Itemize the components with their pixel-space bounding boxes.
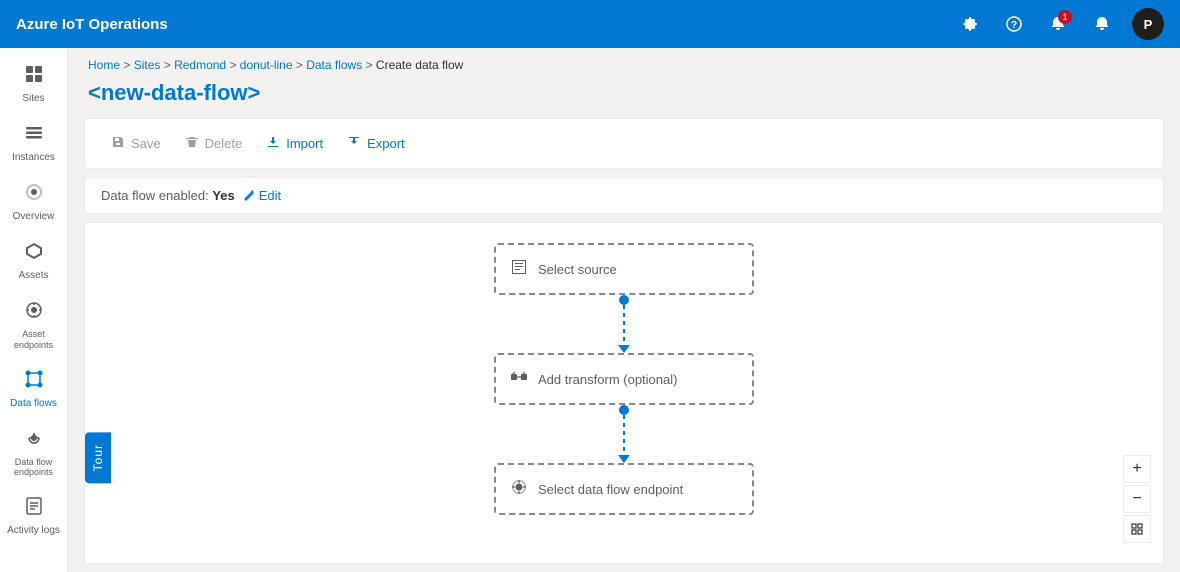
delete-icon	[185, 135, 199, 152]
dashed-line-1	[623, 305, 625, 345]
connector-1	[618, 295, 630, 353]
sidebar-item-assets[interactable]: Assets	[2, 233, 66, 290]
import-button[interactable]: Import	[256, 129, 333, 158]
sidebar-item-label: Data flow endpoints	[6, 457, 62, 479]
sites-icon	[24, 64, 44, 89]
connector-dot-2	[619, 405, 629, 415]
sidebar-item-asset-endpoints[interactable]: Asset endpoints	[2, 292, 66, 359]
status-value: Yes	[212, 188, 234, 203]
sidebar-item-data-flows[interactable]: Data flows	[2, 361, 66, 418]
main-layout: Sites Instances Overview Assets	[0, 48, 1180, 572]
zoom-out-button[interactable]: −	[1123, 485, 1151, 513]
import-icon	[266, 135, 280, 152]
endpoint-node[interactable]: Select data flow endpoint	[494, 463, 754, 515]
sidebar-item-label: Overview	[13, 211, 55, 223]
flow-canvas[interactable]: Tour Select source	[84, 222, 1164, 564]
endpoint-icon	[510, 478, 528, 501]
notifications-button-2[interactable]	[1084, 6, 1120, 42]
zoom-controls: + −	[1123, 455, 1151, 543]
save-button[interactable]: Save	[101, 129, 171, 158]
breadcrumb-home[interactable]: Home	[88, 58, 120, 72]
dashed-line-2	[623, 415, 625, 455]
topbar-icons: ? 1 P	[952, 6, 1164, 42]
sidebar-item-label: Instances	[12, 152, 55, 164]
svg-text:?: ?	[1011, 20, 1017, 31]
delete-label: Delete	[205, 136, 243, 151]
notifications-button-1[interactable]: 1	[1040, 6, 1076, 42]
sidebar-item-label: Assets	[18, 270, 48, 282]
asset-endpoints-icon	[24, 300, 44, 325]
sidebar-item-data-flow-endpoints[interactable]: Data flow endpoints	[2, 420, 66, 487]
source-icon	[510, 258, 528, 281]
connector-dot-1	[619, 295, 629, 305]
breadcrumb-current: Create data flow	[376, 58, 463, 72]
sidebar-item-label: Sites	[22, 93, 44, 105]
instances-icon	[24, 123, 44, 148]
overview-icon	[24, 182, 44, 207]
status-bar: Data flow enabled: Yes Edit	[84, 177, 1164, 214]
status-label: Data flow enabled: Yes	[101, 188, 235, 203]
sidebar-item-label: Asset endpoints	[6, 329, 62, 351]
help-button[interactable]: ?	[996, 6, 1032, 42]
export-icon	[347, 135, 361, 152]
zoom-reset-button[interactable]	[1123, 515, 1151, 543]
arrow-1	[618, 345, 630, 353]
data-flows-icon	[24, 369, 44, 394]
transform-icon	[510, 368, 528, 391]
data-flow-endpoints-icon	[24, 428, 44, 453]
page-title: <new-data-flow>	[68, 76, 1180, 118]
breadcrumb-redmond[interactable]: Redmond	[174, 58, 226, 72]
sidebar: Sites Instances Overview Assets	[0, 48, 68, 572]
breadcrumb: Home > Sites > Redmond > donut-line > Da…	[68, 48, 1180, 76]
avatar-button[interactable]: P	[1132, 8, 1164, 40]
content-area: Home > Sites > Redmond > donut-line > Da…	[68, 48, 1180, 572]
save-icon	[111, 135, 125, 152]
export-label: Export	[367, 136, 405, 151]
source-label: Select source	[538, 262, 617, 277]
sidebar-item-instances[interactable]: Instances	[2, 115, 66, 172]
tour-button[interactable]: Tour	[85, 432, 111, 483]
toolbar: Save Delete Import Export	[84, 118, 1164, 169]
endpoint-label: Select data flow endpoint	[538, 482, 683, 497]
export-button[interactable]: Export	[337, 129, 415, 158]
settings-button[interactable]	[952, 6, 988, 42]
import-label: Import	[286, 136, 323, 151]
assets-icon	[24, 241, 44, 266]
zoom-in-button[interactable]: +	[1123, 455, 1151, 483]
notification-badge: 1	[1058, 10, 1072, 24]
breadcrumb-data-flows[interactable]: Data flows	[306, 58, 362, 72]
transform-label: Add transform (optional)	[538, 372, 677, 387]
breadcrumb-donut-line[interactable]: donut-line	[240, 58, 293, 72]
activity-logs-icon	[24, 496, 44, 521]
delete-button[interactable]: Delete	[175, 129, 253, 158]
arrow-2	[618, 455, 630, 463]
flow-container: Select source Add transform (optional)	[494, 243, 754, 515]
edit-button[interactable]: Edit	[243, 188, 281, 203]
sidebar-item-label: Data flows	[10, 398, 57, 410]
app-title: Azure IoT Operations	[16, 16, 168, 33]
connector-2	[618, 405, 630, 463]
save-label: Save	[131, 136, 161, 151]
sidebar-item-sites[interactable]: Sites	[2, 56, 66, 113]
source-node[interactable]: Select source	[494, 243, 754, 295]
transform-node[interactable]: Add transform (optional)	[494, 353, 754, 405]
sidebar-item-overview[interactable]: Overview	[2, 174, 66, 231]
breadcrumb-sites[interactable]: Sites	[134, 58, 161, 72]
sidebar-item-activity-logs[interactable]: Activity logs	[2, 488, 66, 545]
topbar: Azure IoT Operations ? 1 P	[0, 0, 1180, 48]
sidebar-item-label: Activity logs	[7, 525, 60, 537]
